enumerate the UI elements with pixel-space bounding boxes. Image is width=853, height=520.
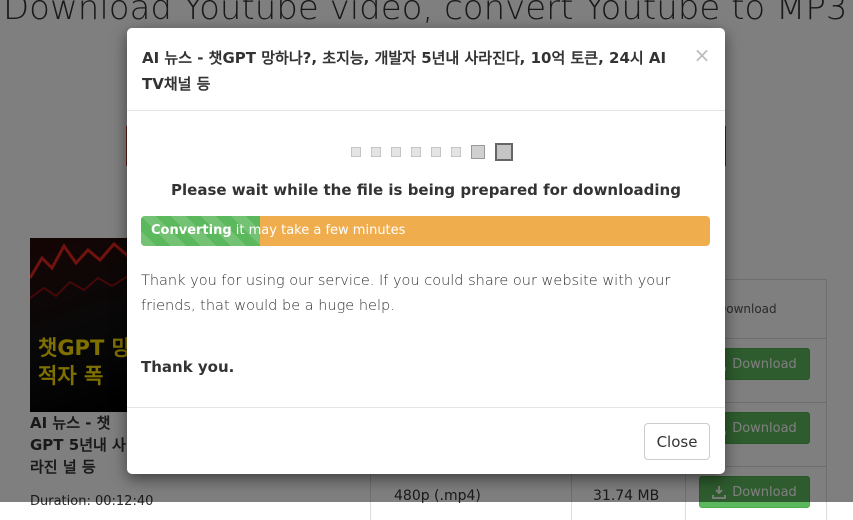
modal-footer: Close (127, 407, 725, 475)
thank-you-text: Thank you. (141, 358, 235, 376)
loader-square (411, 147, 421, 157)
progress-status-rest: it may take a few minutes (231, 223, 406, 238)
share-message: Thank you for using our service. If you … (141, 273, 671, 314)
loader-square (471, 145, 485, 159)
progress-status-bold: Converting (151, 223, 232, 238)
download-modal: AI 뉴스 - 챗GPT 망하나?, 초지능, 개발자 5년내 사라진다, 10… (127, 28, 725, 474)
loader-square (371, 147, 381, 157)
loading-indicator (351, 143, 513, 161)
wait-message: Please wait while the file is being prep… (171, 181, 681, 199)
close-icon[interactable]: × (693, 44, 711, 66)
close-button[interactable]: Close (644, 423, 710, 460)
progress-status: Converting it may take a few minutes (151, 216, 405, 246)
loader-square (351, 147, 361, 157)
progress-track: Converting it may take a few minutes (141, 216, 710, 246)
loader-square (495, 143, 513, 161)
modal-title: AI 뉴스 - 챗GPT 망하나?, 초지능, 개발자 5년내 사라진다, 10… (142, 49, 667, 93)
loader-square (451, 147, 461, 157)
loader-square (391, 147, 401, 157)
modal-header: AI 뉴스 - 챗GPT 망하나?, 초지능, 개발자 5년내 사라진다, 10… (127, 28, 725, 111)
loader-square (431, 147, 441, 157)
